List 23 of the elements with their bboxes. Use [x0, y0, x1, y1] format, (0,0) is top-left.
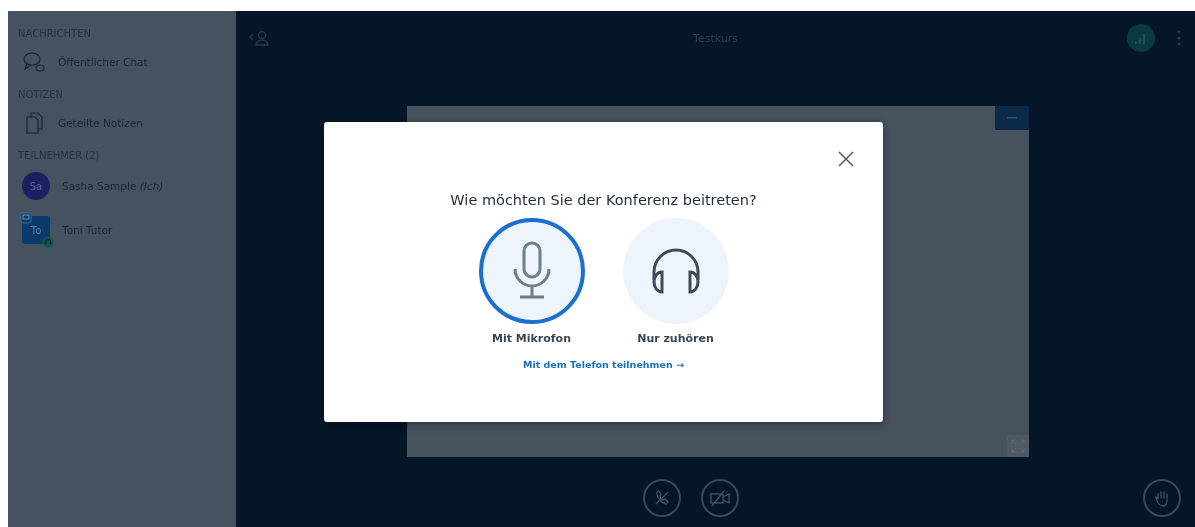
presenter-icon: [20, 212, 32, 224]
fullscreen-button[interactable]: [1006, 435, 1029, 457]
chat-bubbles-icon: [22, 50, 46, 74]
close-button[interactable]: [837, 150, 855, 168]
signal-icon: [1134, 32, 1148, 44]
more-icon: [1177, 30, 1181, 46]
minus-icon: [1006, 117, 1017, 119]
microphone-icon: [511, 241, 552, 301]
minimize-button[interactable]: [994, 106, 1029, 130]
camera-button[interactable]: [701, 478, 739, 517]
connection-status-button[interactable]: [1127, 24, 1155, 52]
raise-hand-button[interactable]: [1143, 478, 1181, 517]
option-label: Nur zuhören: [637, 332, 714, 345]
option-label: Mit Mikrofon: [492, 332, 571, 345]
user-avatar: Sa: [22, 172, 50, 200]
leave-audio-button[interactable]: [643, 478, 681, 517]
close-icon: [838, 151, 854, 167]
user-icon: [248, 30, 270, 46]
phone-join-link[interactable]: Mit dem Telefon teilnehmen →: [523, 359, 684, 370]
dialog-title: Wie möchten Sie der Konferenz beitreten?: [450, 192, 757, 208]
headphones-icon: [42, 236, 54, 248]
options-menu-button[interactable]: [1175, 28, 1183, 48]
user-list-toggle[interactable]: [248, 30, 270, 46]
